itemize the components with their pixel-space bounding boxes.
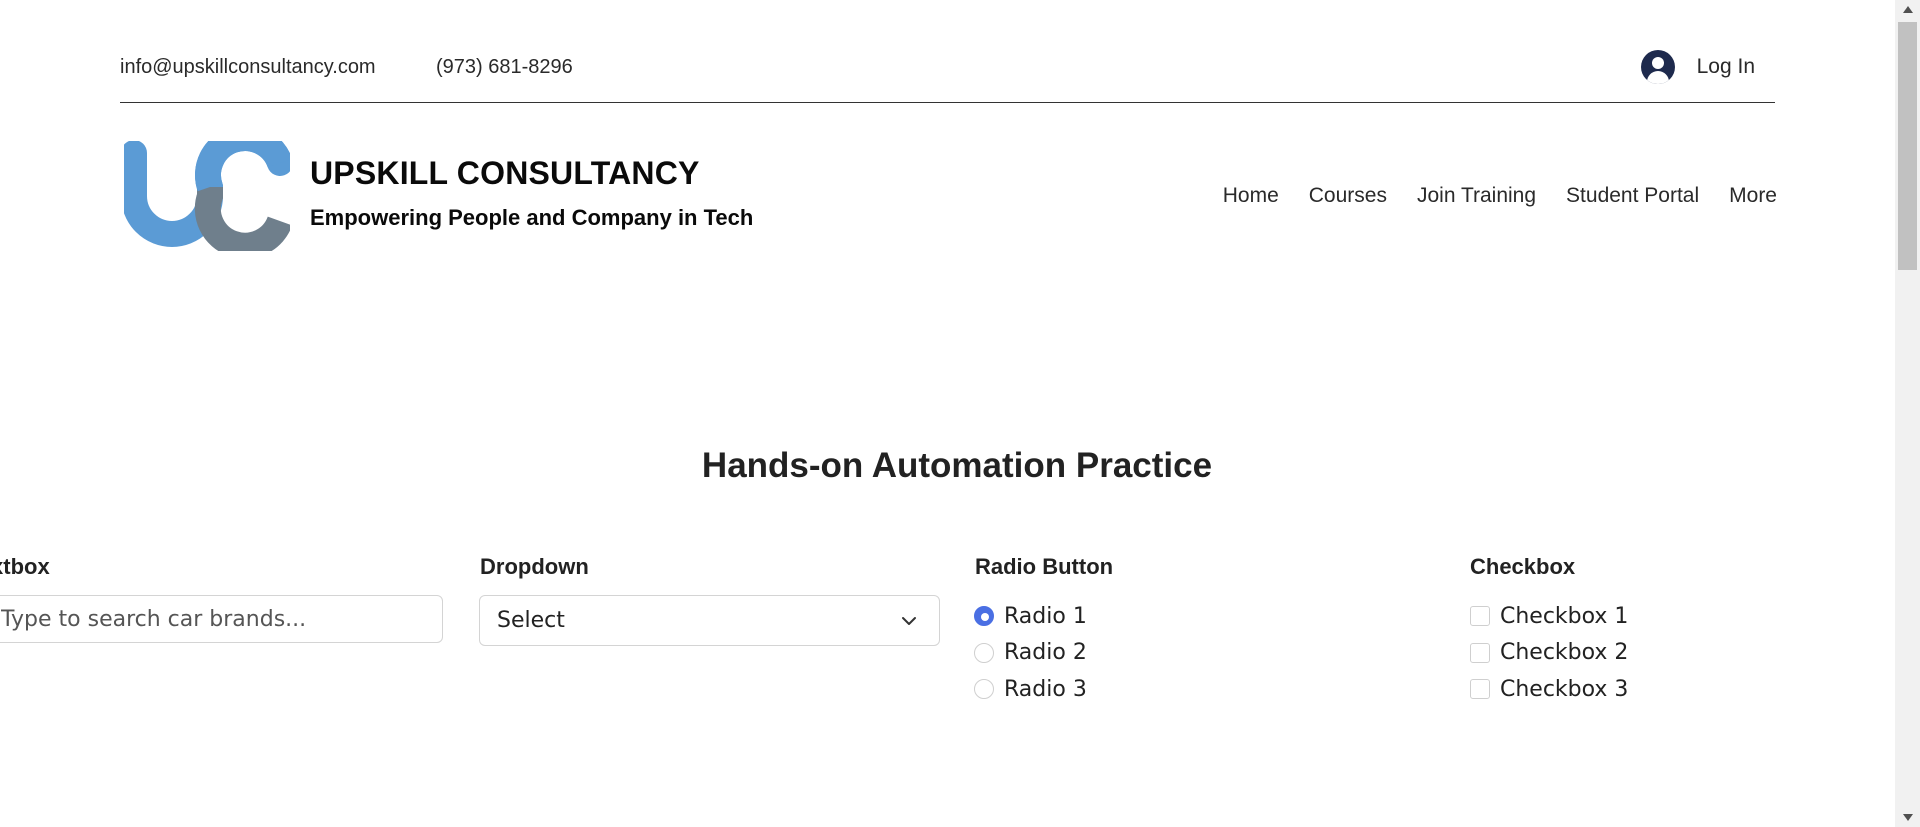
main-nav: Home Courses Join Training Student Porta… [1223,184,1777,208]
practice-title: Hands-on Automation Practice [701,446,1213,485]
radio-option-label: Radio 3 [1004,676,1087,702]
checkbox-option-2[interactable]: Checkbox 2 [1470,635,1628,672]
checkbox-3[interactable] [1470,679,1490,700]
contact-phone[interactable]: (973) 681-8296 [436,56,573,79]
radio-option-3[interactable]: Radio 3 [974,671,1087,708]
radio-button-3[interactable] [974,679,994,700]
textbox-label: Textbox [0,554,50,579]
scrollbar-thumb[interactable] [1898,22,1917,270]
nav-item-student-portal[interactable]: Student Portal [1566,184,1699,208]
user-avatar-icon[interactable] [1640,50,1675,84]
radio-option-label: Radio 1 [1004,603,1087,629]
contact-email[interactable]: info@upskillconsultancy.com [120,56,376,79]
checkbox-option-label: Checkbox 2 [1500,640,1629,666]
nav-item-join-training[interactable]: Join Training [1417,184,1536,208]
nav-item-home[interactable]: Home [1223,184,1279,208]
dropdown-label: Dropdown [480,554,589,579]
checkbox-2[interactable] [1470,642,1490,663]
radio-group: Radio 1 Radio 2 Radio 3 [974,598,1087,708]
radio-button-1[interactable] [974,606,994,627]
checkbox-option-1[interactable]: Checkbox 1 [1470,598,1628,635]
brand-title: UPSKILL CONSULTANCY [310,155,700,191]
nav-item-more[interactable]: More [1729,184,1777,208]
car-brand-search-input[interactable] [0,595,443,643]
checkbox-1[interactable] [1470,606,1490,627]
checkbox-option-3[interactable]: Checkbox 3 [1470,671,1628,708]
dropdown-select[interactable]: Select [479,595,940,646]
brand-logo[interactable] [124,141,290,251]
checkbox-option-label: Checkbox 3 [1500,676,1629,702]
checkbox-option-label: Checkbox 1 [1500,603,1629,629]
radio-option-2[interactable]: Radio 2 [974,635,1087,672]
nav-item-courses[interactable]: Courses [1309,184,1387,208]
radio-option-1[interactable]: Radio 1 [974,598,1087,635]
login-button[interactable]: Log In [1640,50,1755,84]
login-label[interactable]: Log In [1697,55,1755,79]
scroll-up-arrow-icon[interactable] [1903,6,1913,13]
radio-option-label: Radio 2 [1004,640,1087,666]
scroll-down-arrow-icon[interactable] [1903,814,1913,821]
dropdown-selected-value: Select [497,608,565,633]
chevron-down-icon [902,617,916,625]
top-contact-bar: info@upskillconsultancy.com (973) 681-82… [120,46,1775,103]
radio-button-2[interactable] [974,642,994,663]
vertical-scrollbar[interactable] [1895,0,1920,827]
checkbox-label: Checkbox [1470,554,1576,579]
brand-tagline: Empowering People and Company in Tech [310,205,754,230]
checkbox-group: Checkbox 1 Checkbox 2 Checkbox 3 [1470,598,1628,708]
radio-label: Radio Button [975,554,1114,579]
